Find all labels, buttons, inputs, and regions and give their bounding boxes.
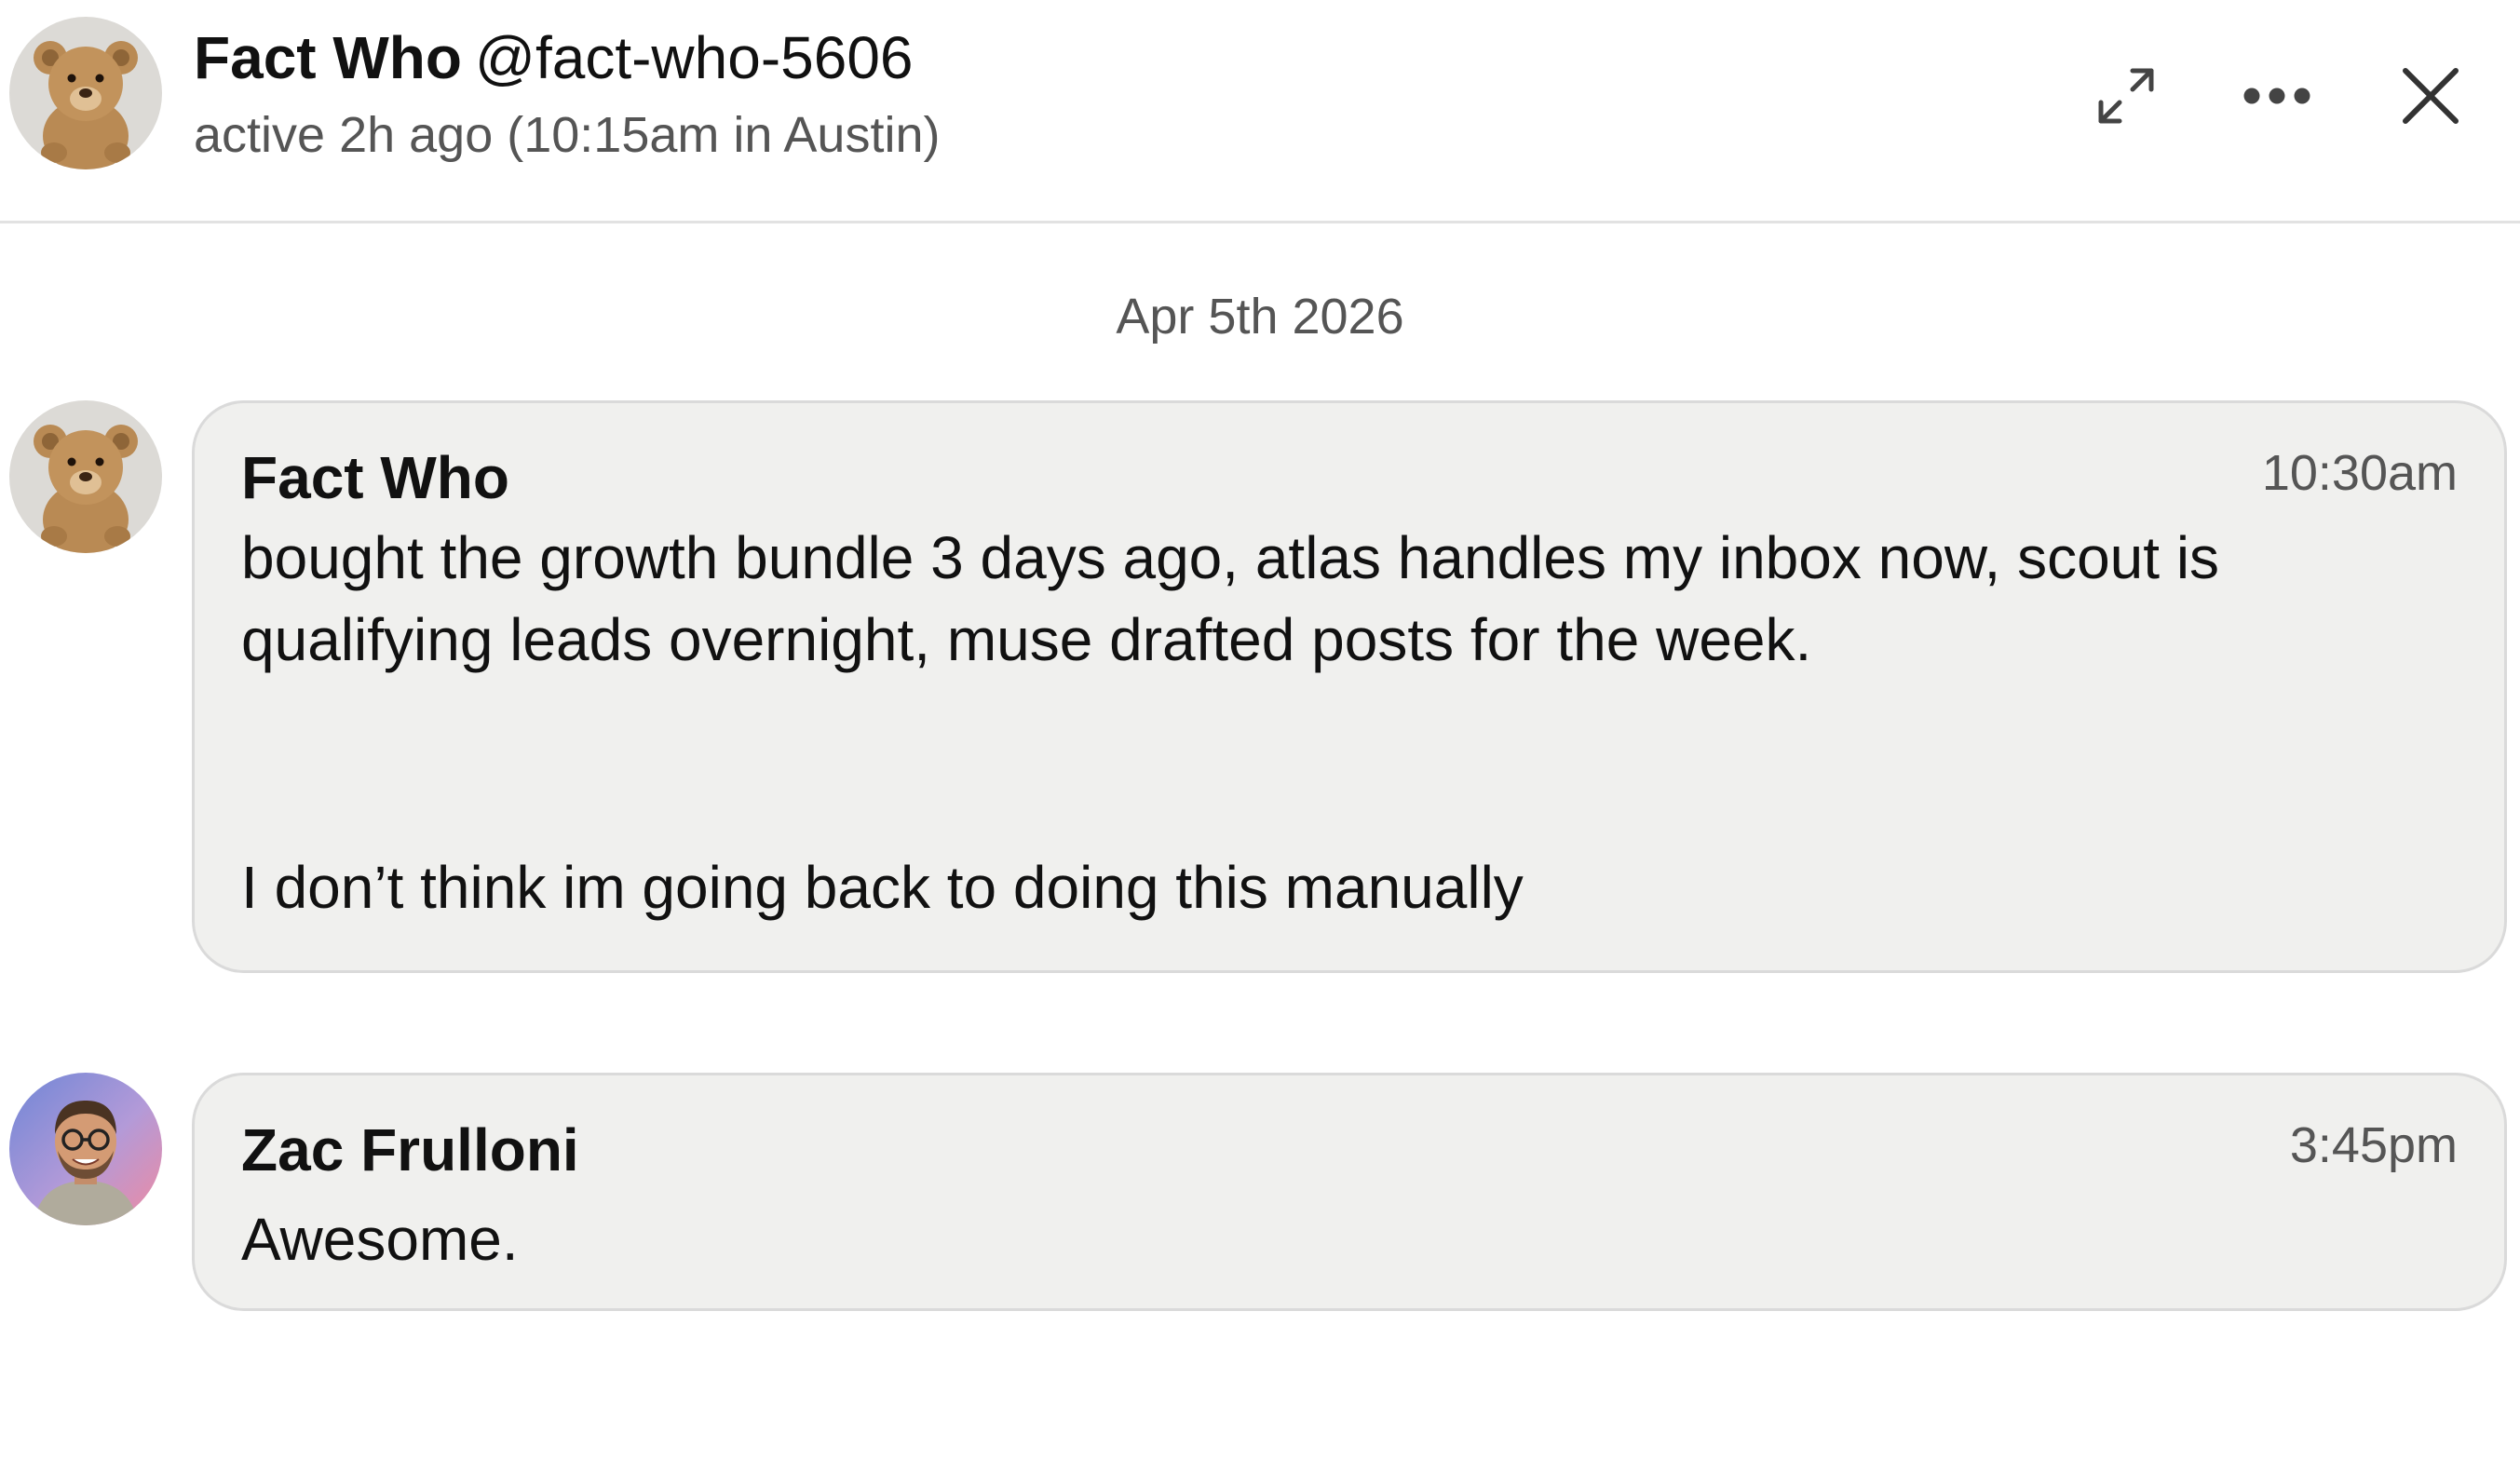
message-item: Zac Frulloni 3:45pm Awesome.	[0, 1073, 2520, 1311]
message-text-line: I don’t think im going back to doing thi…	[241, 854, 1524, 921]
message-bubble[interactable]: Zac Frulloni 3:45pm Awesome.	[192, 1073, 2507, 1311]
chat-window: Fact Who @fact-who-5606 active 2h ago (10…	[0, 0, 2520, 1460]
message-item: Fact Who 10:30am bought the growth bundl…	[0, 400, 2520, 973]
expand-arrows-icon	[2098, 68, 2154, 124]
more-options-button[interactable]	[2226, 54, 2328, 138]
teddy-bear-avatar[interactable]	[9, 17, 162, 169]
close-x-icon	[2403, 68, 2459, 124]
contact-name: Fact Who @fact-who-5606	[194, 20, 914, 95]
message-sender[interactable]: Fact Who	[241, 440, 509, 515]
contact-handle: @fact-who-5606	[474, 24, 914, 91]
user-photo-avatar[interactable]	[9, 1073, 162, 1225]
message-text-line: bought the growth bundle 3 days ago, atl…	[241, 524, 2220, 591]
contact-status: active 2h ago (10:15am in Austin)	[194, 107, 941, 163]
contact-display-name[interactable]: Fact Who	[194, 24, 462, 91]
date-divider: Apr 5th 2026	[1116, 289, 1404, 345]
expand-button[interactable]	[2075, 54, 2177, 138]
message-timestamp: 10:30am	[2261, 445, 2458, 501]
message-text-line: Awesome.	[241, 1206, 519, 1273]
message-bubble[interactable]: Fact Who 10:30am bought the growth bundl…	[192, 400, 2507, 973]
teddy-bear-avatar[interactable]	[9, 400, 162, 553]
close-button[interactable]	[2379, 54, 2482, 138]
more-dots-icon	[2243, 88, 2310, 104]
message-text-line: qualifying leads overnight, muse drafted…	[241, 606, 1812, 673]
chat-header: Fact Who @fact-who-5606 active 2h ago (10…	[0, 0, 2520, 223]
message-sender[interactable]: Zac Frulloni	[241, 1113, 579, 1187]
message-timestamp: 3:45pm	[2289, 1117, 2458, 1173]
